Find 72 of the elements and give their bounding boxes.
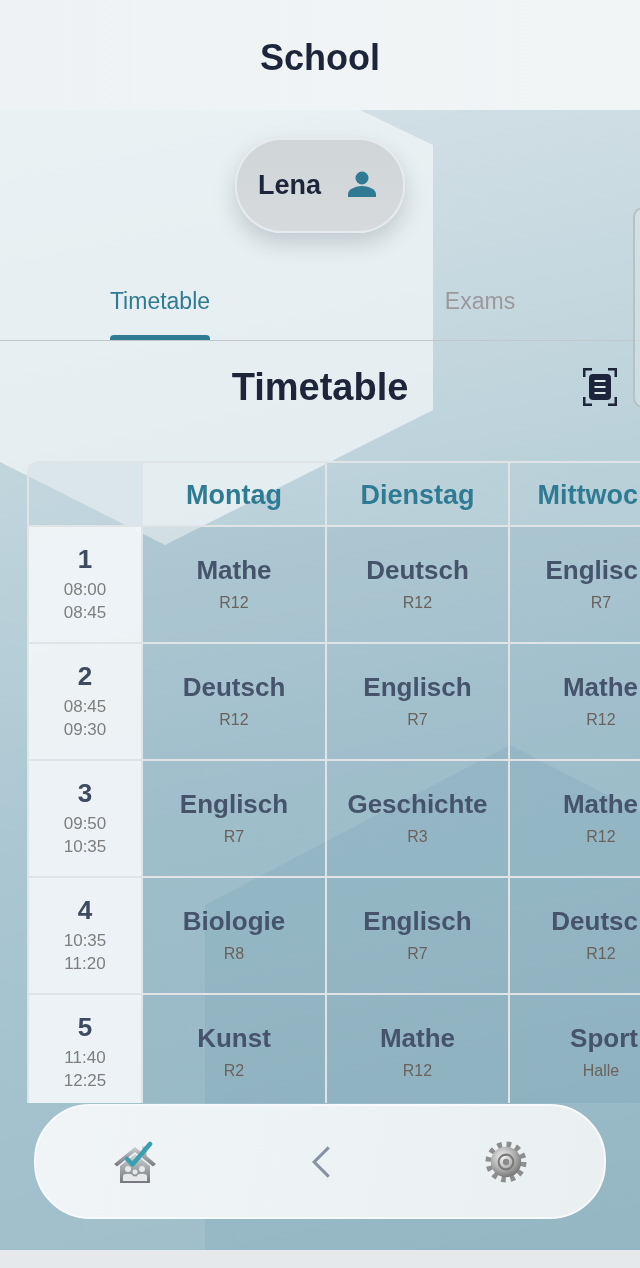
period-number: 1 <box>77 543 93 574</box>
lesson-cell[interactable]: Englisc R7 <box>510 527 640 644</box>
period-number: 3 <box>77 777 93 808</box>
lesson-cell[interactable]: Englisch R7 <box>327 644 510 761</box>
lesson-cell[interactable]: Biologie R8 <box>143 878 327 995</box>
room-label: R7 <box>407 943 428 964</box>
room-label: R2 <box>223 1060 245 1081</box>
subject-name: Sport <box>569 1022 639 1053</box>
room-label: R12 <box>402 1060 433 1081</box>
app-title: School <box>260 36 380 80</box>
period-end-time: 10:35 <box>63 835 107 858</box>
period-start-time: 11:40 <box>64 1046 106 1069</box>
house-check-icon[interactable] <box>113 1140 157 1183</box>
lesson-cell[interactable]: Mathe R12 <box>510 761 640 878</box>
subject-name: Englisch <box>363 671 472 702</box>
room-label: Halle <box>581 1060 621 1081</box>
period-end-time: 09:30 <box>63 718 107 741</box>
period-end-time: 08:45 <box>63 601 107 624</box>
subject-name: Biologie <box>182 905 286 936</box>
room-label: R3 <box>407 826 428 847</box>
room-label: R12 <box>219 709 249 730</box>
room-label: R7 <box>407 709 428 730</box>
period-start-time: 08:00 <box>63 578 107 601</box>
lesson-cell[interactable]: Deutsch R12 <box>143 644 327 761</box>
period-end-time: 12:25 <box>63 1069 107 1092</box>
section-title: Timetable <box>231 365 409 410</box>
room-label: R7 <box>589 592 613 613</box>
settings-gear-icon[interactable] <box>485 1140 527 1183</box>
room-label: R12 <box>585 709 617 730</box>
room-label: R12 <box>402 592 433 613</box>
room-label: R12 <box>219 592 249 613</box>
back-chevron-icon[interactable] <box>311 1144 331 1179</box>
user-chip[interactable]: Lena <box>235 138 405 233</box>
period-start-time: 10:35 <box>63 929 107 952</box>
lesson-cell[interactable]: Mathe R12 <box>143 527 327 644</box>
period-number: 4 <box>77 894 93 925</box>
room-label: R12 <box>585 943 617 964</box>
lesson-cell[interactable]: Mathe R12 <box>327 995 510 1103</box>
lesson-cell[interactable]: Sport Halle <box>510 995 640 1103</box>
tab[interactable]: Timetable <box>0 261 320 340</box>
subject-name: Mathe <box>561 788 639 819</box>
period-number: 2 <box>77 660 93 691</box>
person-icon <box>347 170 378 197</box>
room-label: R12 <box>585 826 617 847</box>
column-header: Dienstag <box>327 463 510 527</box>
column-header: Mittwoc <box>510 463 640 527</box>
subject-name: Deutsch <box>182 671 286 702</box>
subject-name: Deutsc <box>550 905 639 936</box>
lesson-cell[interactable]: Geschichte R3 <box>327 761 510 878</box>
subject-name: Mathe <box>561 671 639 702</box>
subject-name: Englisch <box>179 788 289 819</box>
subject-name: Mathe <box>379 1022 456 1053</box>
subject-name: Deutsch <box>366 554 469 585</box>
subject-name: Mathe <box>196 554 272 585</box>
lesson-cell[interactable]: Kunst R2 <box>143 995 327 1103</box>
lesson-cell[interactable]: Englisch R7 <box>327 878 510 995</box>
scan-document-icon[interactable] <box>583 368 617 406</box>
subject-name: Kunst <box>197 1022 271 1053</box>
subject-name: Geschichte <box>347 788 488 819</box>
room-label: R8 <box>223 943 245 964</box>
period-start-time: 09:50 <box>63 812 107 835</box>
lesson-cell[interactable]: Englisch R7 <box>143 761 327 878</box>
period-number: 5 <box>77 1011 93 1042</box>
lesson-cell[interactable]: Deutsc R12 <box>510 878 640 995</box>
subject-name: Englisc <box>544 554 639 585</box>
subject-name: Englisch <box>363 905 472 936</box>
column-header: Montag <box>143 463 327 527</box>
period-end-time: 11:20 <box>64 952 106 975</box>
lesson-cell[interactable]: Deutsch R12 <box>327 527 510 644</box>
period-start-time: 08:45 <box>63 695 107 718</box>
lesson-cell[interactable]: Mathe R12 <box>510 644 640 761</box>
room-label: R7 <box>223 826 245 847</box>
